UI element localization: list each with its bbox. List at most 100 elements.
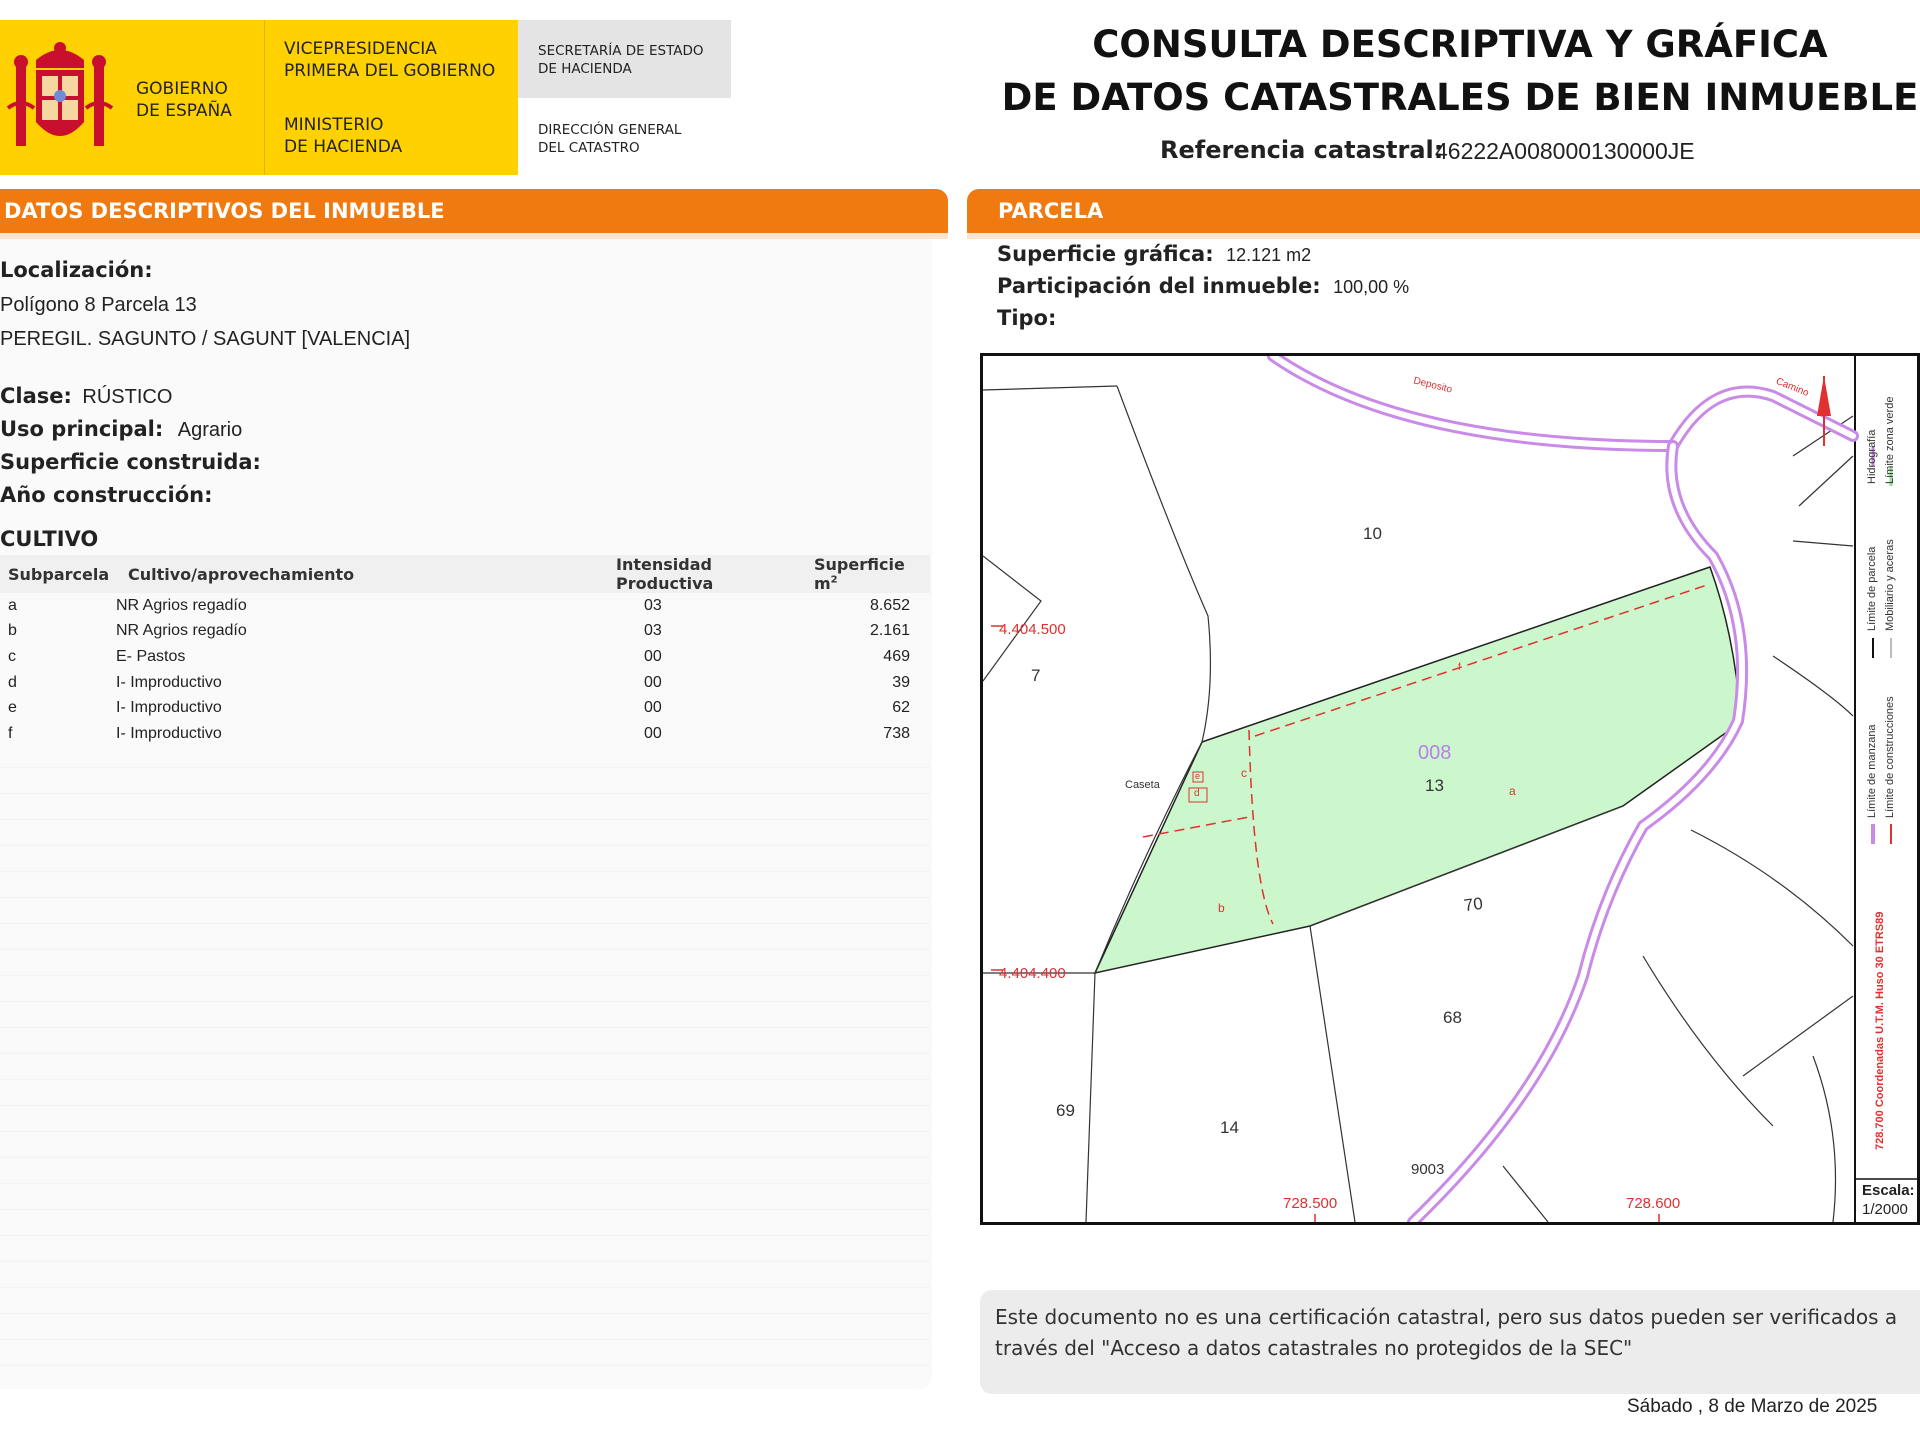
parcel-label-008: 008 xyxy=(1418,742,1452,764)
parcel-label-70: 70 xyxy=(1462,893,1485,916)
header-separator xyxy=(264,20,265,175)
vicepresidencia-label: VICEPRESIDENCIA PRIMERA DEL GOBIERNO xyxy=(284,39,496,81)
parcel-13-area[interactable] xyxy=(1093,566,1742,975)
map-drawing xyxy=(983,356,1917,1222)
gobierno-label: GOBIERNO DE ESPAÑA xyxy=(136,79,232,121)
ref-catastral-value: 46222A008000130000JE xyxy=(1435,138,1695,164)
superficie-grafica-label: Superficie gráfica: xyxy=(997,242,1214,266)
cell-subparcela: e xyxy=(8,699,17,717)
coord-label-x2: 728.600 xyxy=(1626,1195,1681,1212)
cell-subparcela: c xyxy=(8,647,16,665)
cell-intensidad: 03 xyxy=(644,596,662,614)
participacion-row: Participación del inmueble: 100,00 % xyxy=(997,274,1409,298)
coord-label-y1: 4.404.500 xyxy=(999,621,1066,638)
subparcel-label-b: b xyxy=(1218,901,1225,915)
superficie-construida-label: Superficie construida: xyxy=(0,450,261,474)
section-bar-shadow xyxy=(967,233,1920,239)
col-superficie-sup: 2 xyxy=(830,574,838,586)
col-subparcela: Subparcela xyxy=(0,555,116,593)
coord-label-y2: 4.404.400 xyxy=(999,965,1066,982)
escala-value: 1/2000 xyxy=(1862,1201,1908,1218)
parcel-label-69: 69 xyxy=(1056,1101,1075,1120)
parcel-label-10: 10 xyxy=(1363,524,1382,543)
cell-subparcela: b xyxy=(8,622,17,640)
col-superficie: Superficie m2 xyxy=(814,555,930,593)
superficie-grafica-row: Superficie gráfica: 12.121 m2 xyxy=(997,242,1311,266)
uso-label: Uso principal: xyxy=(0,417,164,441)
coat-of-arms-icon xyxy=(6,42,114,146)
table-row: b NR Agrios regadío 03 2.161 xyxy=(0,619,930,645)
page-title-line2: DE DATOS CATASTRALES DE BIEN INMUEBLE xyxy=(1001,76,1919,119)
cell-intensidad: 03 xyxy=(644,622,662,640)
parcel-label-13: 13 xyxy=(1425,776,1444,795)
section-title-descriptivos: DATOS DESCRIPTIVOS DEL INMUEBLE xyxy=(4,199,445,223)
notice-text: Este documento no es una certificación c… xyxy=(995,1305,1898,1360)
cell-superficie: 39 xyxy=(892,673,910,691)
tipo-label: Tipo: xyxy=(997,306,1057,330)
clase-row: Clase: RÚSTICO xyxy=(0,384,172,409)
subparcel-label-d: d xyxy=(1194,788,1200,799)
parcel-label-9003: 9003 xyxy=(1411,1161,1445,1178)
cell-superficie: 62 xyxy=(892,699,910,717)
caseta-label: Caseta xyxy=(1125,779,1160,791)
legend-hidrografia: Hidrografía xyxy=(1866,429,1878,484)
cell-cultivo: I- Improductivo xyxy=(116,699,222,717)
subparcel-label-a: a xyxy=(1509,784,1516,798)
uso-value: Agrario xyxy=(177,419,243,441)
col-cultivo: Cultivo/aprovechamiento xyxy=(116,555,616,593)
section-bar-descriptivos: DATOS DESCRIPTIVOS DEL INMUEBLE xyxy=(0,189,948,233)
legend-zona-verde: Límite zona verde xyxy=(1884,396,1896,484)
legend-mobiliario: Mobiliario y aceras xyxy=(1884,539,1896,631)
section-title-parcela: PARCELA xyxy=(998,199,1104,223)
cell-superficie: 8.652 xyxy=(869,596,910,614)
localizacion-line1: Polígono 8 Parcela 13 xyxy=(0,294,197,316)
escala-label: Escala: xyxy=(1862,1182,1915,1199)
ministerio-label: MINISTERIO DE HACIENDA xyxy=(284,115,403,157)
road-deposito-inner xyxy=(1270,356,1856,450)
clase-value: RÚSTICO xyxy=(82,386,173,408)
clase-label: Clase: xyxy=(0,384,72,408)
localizacion-line2: PEREGIL. SAGUNTO / SAGUNT [VALENCIA] xyxy=(0,328,411,350)
secretaria-label: SECRETARÍA DE ESTADO DE HACIENDA xyxy=(538,43,704,77)
cell-superficie: 469 xyxy=(883,647,910,665)
table-row: c E- Pastos 00 469 xyxy=(0,644,930,670)
table-row: a NR Agrios regadío 03 8.652 xyxy=(0,593,930,619)
uso-row: Uso principal: Agrario xyxy=(0,417,242,442)
localizacion-label: Localización: xyxy=(0,258,153,282)
legend-limite-parcela: Límite de parcela xyxy=(1866,546,1878,631)
cultivo-header-row: Subparcela Cultivo/aprovechamiento Inten… xyxy=(0,555,930,593)
subparcel-label-f: f xyxy=(1458,662,1461,673)
cultivo-table: Subparcela Cultivo/aprovechamiento Inten… xyxy=(0,555,930,747)
cell-superficie: 2.161 xyxy=(869,622,910,640)
page-title-line1: CONSULTA DESCRIPTIVA Y GRÁFICA xyxy=(1092,23,1828,66)
cell-intensidad: 00 xyxy=(644,699,662,717)
legend-coordenadas: 728.700 Coordenadas U.T.M. Huso 30 ETRS8… xyxy=(1874,911,1886,1150)
section-bar-parcela: PARCELA xyxy=(967,189,1920,233)
table-row: d I- Improductivo 00 39 xyxy=(0,670,930,696)
participacion-value: 100,00 % xyxy=(1333,277,1410,297)
direccion-label: DIRECCIÓN GENERAL DEL CATASTRO xyxy=(538,122,682,156)
parcel-label-14: 14 xyxy=(1220,1118,1239,1137)
cell-intensidad: 00 xyxy=(644,673,662,691)
subparcel-label-c: c xyxy=(1241,766,1247,780)
table-empty-rows xyxy=(0,742,930,1382)
cell-cultivo: I- Improductivo xyxy=(116,673,222,691)
cell-subparcela: d xyxy=(8,673,17,691)
subparcel-label-e: e xyxy=(1195,771,1201,781)
cell-cultivo: E- Pastos xyxy=(116,647,186,665)
participacion-label: Participación del inmueble: xyxy=(997,274,1321,298)
cell-intensidad: 00 xyxy=(644,647,662,665)
cell-cultivo: NR Agrios regadío xyxy=(116,596,247,614)
table-row: e I- Improductivo 00 62 xyxy=(0,695,930,721)
ano-construccion-label: Año construcción: xyxy=(0,483,213,507)
col-superficie-text: Superficie m xyxy=(814,555,905,593)
legend-limite-construcciones: Límite de construcciones xyxy=(1884,696,1896,818)
cultivo-title: CULTIVO xyxy=(0,527,99,551)
cell-subparcela: a xyxy=(8,596,17,614)
parcel-label-7: 7 xyxy=(1031,666,1041,685)
coord-label-x1: 728.500 xyxy=(1283,1195,1338,1212)
document-date: Sábado , 8 de Marzo de 2025 xyxy=(1627,1396,1878,1417)
legend-limite-manzana: Límite de manzana xyxy=(1866,724,1878,818)
cadastral-map[interactable]: Deposito Camino 10 7 008 13 Caseta 70 68… xyxy=(980,353,1920,1225)
col-intensidad: Intensidad Productiva xyxy=(616,555,814,593)
